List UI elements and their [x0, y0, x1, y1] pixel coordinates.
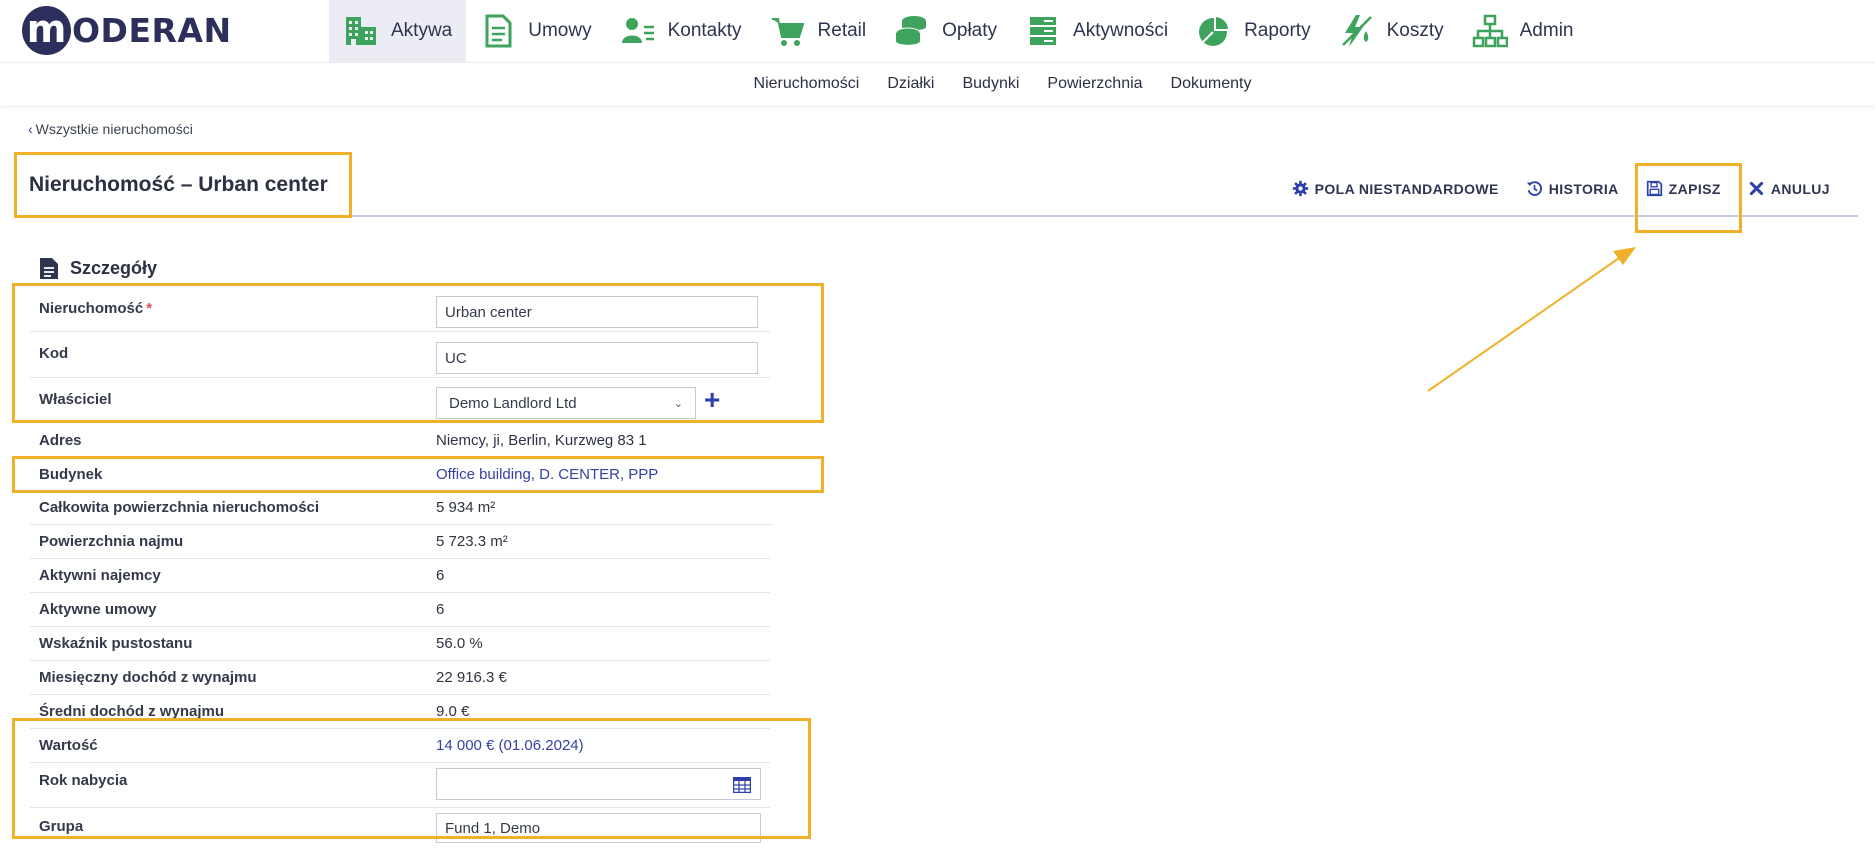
annotation-arrow — [1427, 247, 1636, 392]
